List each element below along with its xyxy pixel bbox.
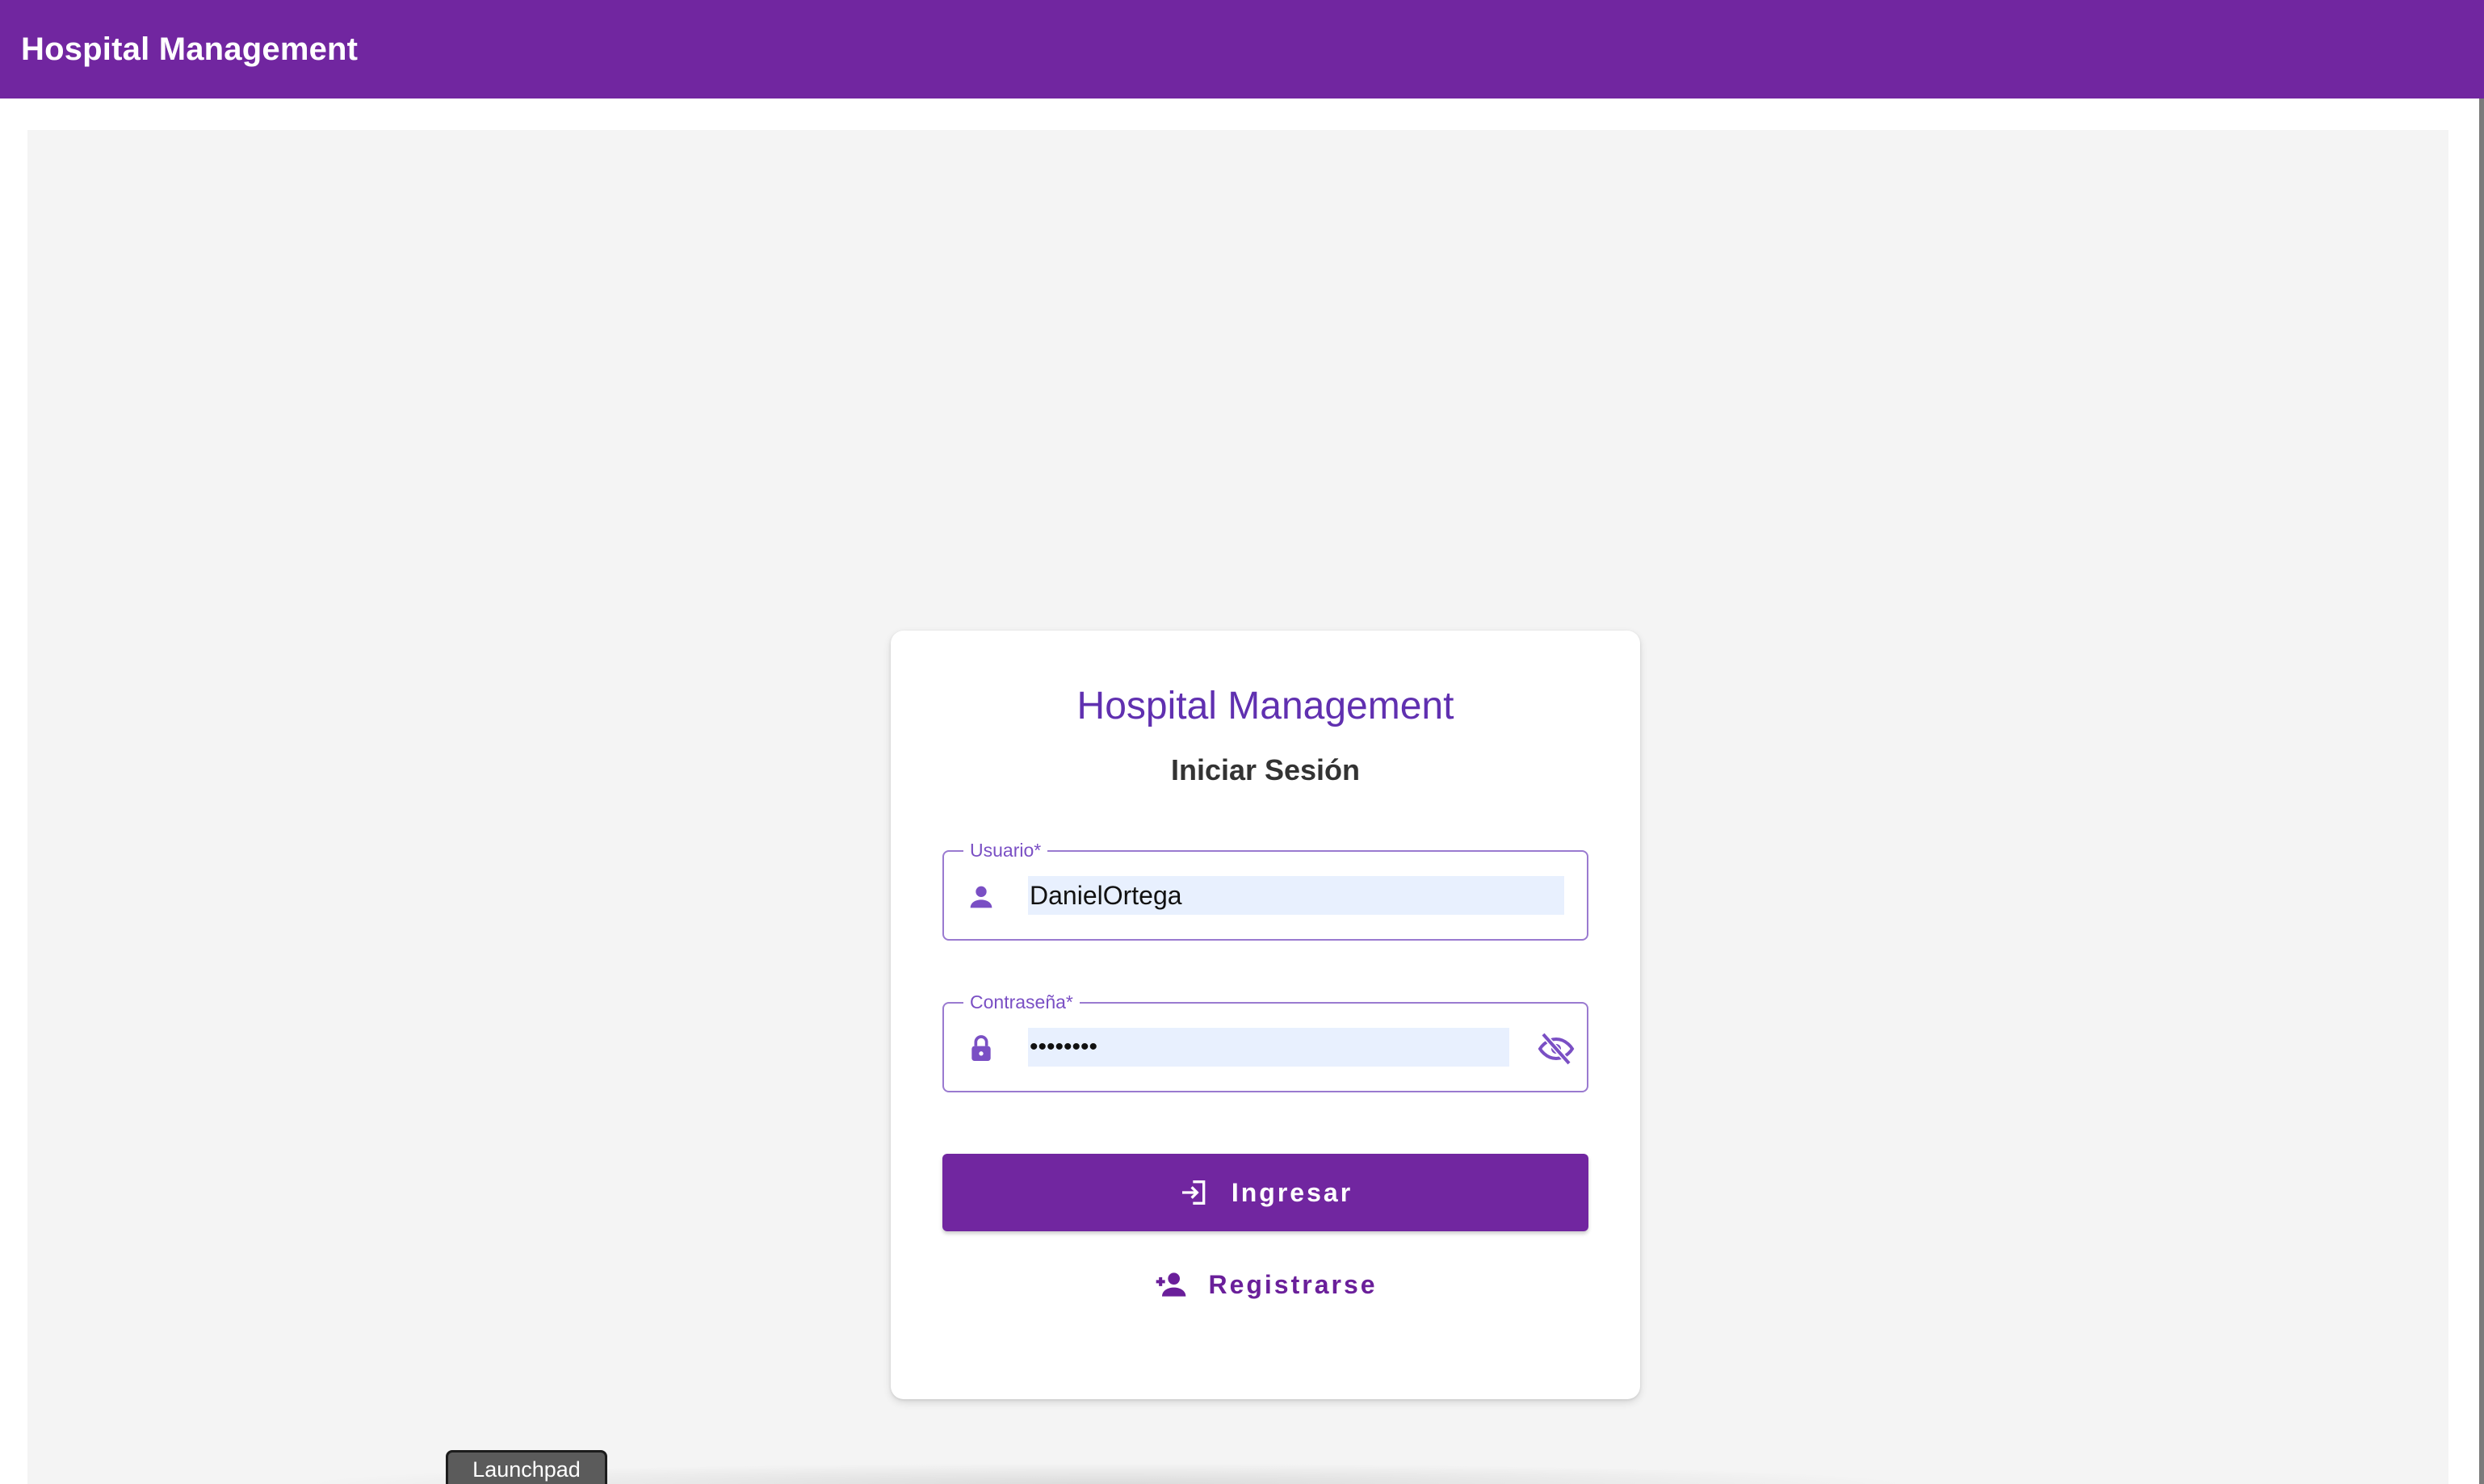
card-subtitle: Iniciar Sesión — [1170, 753, 1361, 786]
username-field[interactable]: Usuario* DanielOrtega — [942, 839, 1588, 941]
card-title: Hospital Management — [1076, 685, 1454, 727]
lock-icon — [971, 1035, 991, 1061]
password-label: Contraseña* — [963, 991, 1080, 1013]
launchpad-tooltip: Launchpad — [446, 1450, 607, 1484]
password-input[interactable]: •••••••• — [1028, 1028, 1509, 1067]
login-icon — [1181, 1180, 1206, 1205]
register-button-label: Registrarse — [1208, 1269, 1378, 1299]
person-icon — [970, 886, 992, 908]
password-field[interactable]: Contraseña* •••••••• — [942, 991, 1588, 1092]
username-label: Usuario* — [963, 839, 1048, 861]
window-edge — [2479, 99, 2484, 1484]
app-bar: Hospital Management — [0, 0, 2484, 99]
login-card: Hospital Management Iniciar Sesión Usuar… — [891, 631, 1640, 1399]
app-title: Hospital Management — [21, 31, 359, 67]
login-button[interactable]: Ingresar — [942, 1154, 1588, 1231]
username-input[interactable]: DanielOrtega — [1028, 876, 1564, 915]
login-button-label: Ingresar — [1231, 1177, 1353, 1207]
main-content: Hospital Management Iniciar Sesión Usuar… — [27, 130, 2448, 1484]
register-button[interactable]: Registrarse — [1144, 1252, 1387, 1317]
person-add-icon — [1156, 1272, 1186, 1297]
eye-off-icon[interactable] — [1537, 1029, 1576, 1068]
